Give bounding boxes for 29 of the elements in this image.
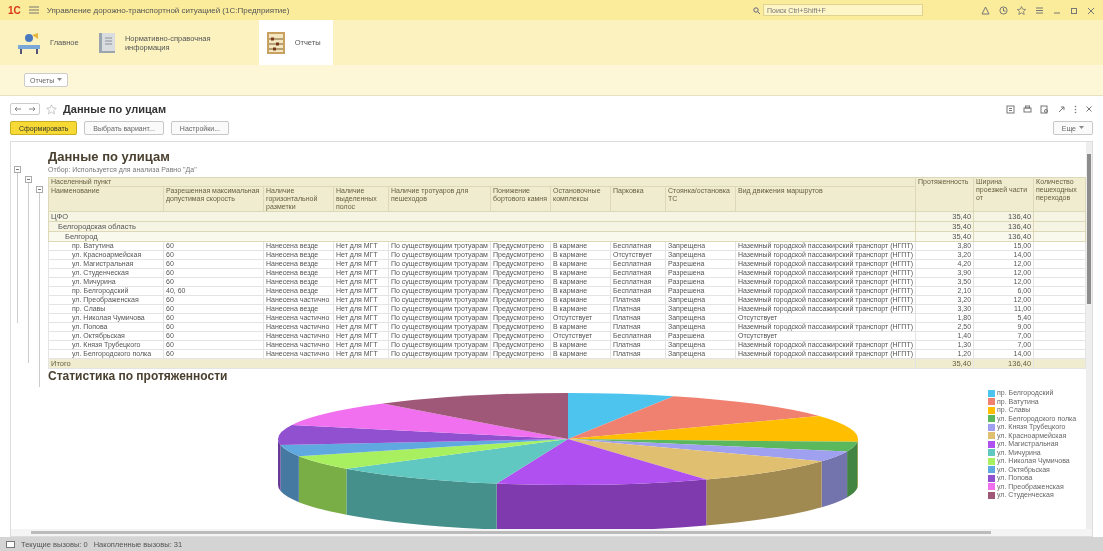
vertical-scrollbar[interactable] (1086, 142, 1092, 529)
horizontal-scrollbar[interactable] (11, 529, 1092, 536)
document-icon[interactable] (1006, 104, 1015, 114)
desk-icon (16, 31, 42, 54)
collapse-icon[interactable] (14, 166, 21, 173)
report-title: Данные по улицам (48, 149, 171, 164)
preview-icon[interactable] (1040, 104, 1049, 114)
window-title: Управление дорожно-транспортной ситуацией (1С:Предприятие) (46, 5, 290, 15)
star-icon[interactable] (46, 103, 57, 115)
chart-title: Статистика по протяженности (48, 369, 229, 383)
maximize-icon[interactable] (1070, 5, 1078, 15)
close-icon[interactable] (1085, 105, 1093, 113)
caret-icon (57, 78, 63, 82)
collapse-icon[interactable] (36, 186, 43, 193)
app-logo[interactable]: 1С (8, 4, 21, 16)
search-icon[interactable] (753, 6, 760, 14)
settings-icon[interactable] (1035, 5, 1044, 15)
collapse-icon[interactable] (25, 176, 32, 183)
abacus-icon (264, 30, 287, 55)
star-icon[interactable] (1017, 5, 1026, 15)
book-icon (96, 30, 117, 55)
calls-icon[interactable] (6, 540, 15, 548)
caret-icon (1079, 126, 1084, 130)
link-icon[interactable] (1057, 104, 1066, 114)
printer-icon[interactable] (1023, 104, 1032, 114)
history-icon[interactable] (999, 5, 1008, 15)
close-icon[interactable] (1087, 5, 1095, 15)
bell-icon[interactable] (981, 5, 990, 15)
form-title: Данные по улицам (63, 103, 167, 115)
